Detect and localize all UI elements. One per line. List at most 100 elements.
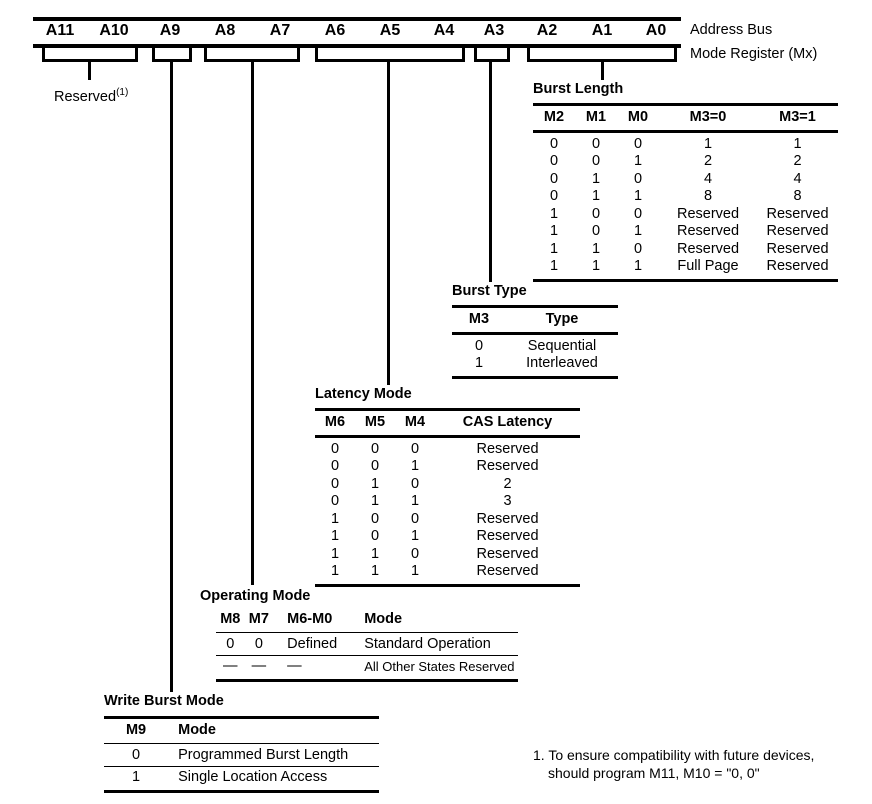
address-bit-a8: A8	[214, 22, 236, 39]
table-header-row: M2 M1 M0 M3=0 M3=1	[533, 104, 838, 131]
cell-m2: 0	[549, 188, 559, 204]
table-row: 1 1 1 Full Page Reserved	[533, 258, 838, 280]
col-header-m2: M2	[543, 109, 565, 125]
address-bit-a10: A10	[99, 22, 129, 39]
table-row: 0 1 0 4 4	[533, 171, 838, 189]
cell-m0: 0	[633, 170, 643, 187]
table-row: 0 0 0 1 1	[533, 131, 838, 153]
write-burst-mode-table: M9 Mode 0 Programmed Burst Length 1 Sing…	[104, 716, 379, 793]
table-row: 1 1 0 Reserved Reserved	[533, 241, 838, 259]
table-row: 1 0 1 Reserved Reserved	[533, 223, 838, 241]
cell-m4: 0	[410, 545, 420, 562]
cell-cas: 3	[503, 493, 512, 509]
cell-m5: 0	[370, 510, 380, 527]
table-header-row: M3 Type	[452, 306, 618, 333]
cell-m0: 1	[633, 153, 643, 169]
col-header-m8: M8	[220, 611, 241, 627]
col-header-cas-latency: CAS Latency	[462, 414, 553, 430]
cell-m1: 1	[591, 170, 601, 187]
drop-line-burst-type	[489, 62, 492, 282]
cell-m2: 1	[549, 240, 559, 257]
cell-mode: Programmed Burst Length	[178, 746, 349, 763]
cell-mode: Single Location Access	[178, 769, 328, 785]
latency-mode-title: Latency Mode	[315, 386, 412, 402]
cell-m2: 0	[549, 170, 559, 187]
table-header-row: M9 Mode	[104, 717, 379, 743]
col-header-m9: M9	[125, 722, 147, 738]
cell-m1: 0	[591, 223, 601, 239]
drop-line-write-burst-mode	[170, 62, 173, 692]
cell-m6: 0	[330, 440, 340, 457]
cell-m5: 1	[370, 563, 380, 579]
cell-m3-0: 8	[703, 188, 713, 204]
cell-cas: Reserved	[476, 545, 539, 562]
cell-m3-0: 2	[703, 153, 713, 169]
table-row: 0 1 1 8 8	[533, 188, 838, 206]
cell-cas: Reserved	[476, 458, 539, 474]
cell-m5: 0	[370, 528, 380, 544]
cell-m6: 0	[330, 475, 340, 492]
drop-line-operating-mode	[251, 62, 254, 585]
cell-cas: Reserved	[476, 563, 539, 579]
cell-m5: 1	[370, 493, 380, 509]
write-burst-mode-title: Write Burst Mode	[104, 693, 224, 709]
cell-m2: 0	[549, 153, 559, 169]
col-header-m1: M1	[585, 109, 607, 125]
table-row: 0 0 1 2 2	[533, 153, 838, 171]
cell-m6-m0: Defined	[287, 635, 338, 652]
table-row: 1 1 1 Reserved	[315, 563, 580, 585]
reserved-footnote-marker: (1)	[116, 87, 129, 98]
cell-m3-0: Reserved	[676, 240, 740, 257]
address-bit-a4: A4	[433, 22, 455, 39]
table-row: 0 0 1 Reserved	[315, 458, 580, 476]
cell-m1: 0	[591, 153, 601, 169]
bracket-reserved	[42, 48, 138, 62]
footnote-line-1: 1. To ensure compatibility with future d…	[533, 747, 815, 763]
bracket-latency-mode	[315, 48, 465, 62]
address-bit-a9: A9	[159, 22, 181, 39]
cell-mode: All Other States Reserved	[364, 659, 515, 674]
cell-m3-0: 1	[703, 135, 713, 152]
cell-m6: 1	[330, 545, 340, 562]
cell-m4: 1	[410, 493, 420, 509]
col-header-mode: Mode	[364, 611, 403, 627]
cell-cas: 2	[503, 475, 512, 492]
mode-register-diagram: A11 A10 A9 A8 A7 A6 A5 A4 A3 A2 A1 A0 Ad…	[0, 0, 872, 804]
cell-m1: 1	[591, 188, 601, 204]
cell-m3-1: Reserved	[766, 258, 829, 274]
cell-m3-0: 4	[703, 170, 713, 187]
cell-m2: 0	[549, 135, 559, 152]
table-row: 0 1 0 2	[315, 476, 580, 494]
cell-m0: 1	[633, 223, 643, 239]
col-header-mode: Mode	[178, 722, 216, 738]
cell-m4: 0	[410, 510, 420, 527]
table-header-row: M8 M7 M6-M0 Mode	[216, 611, 518, 632]
table-row: 0 Sequential	[452, 333, 618, 355]
bracket-burst-length	[527, 48, 677, 62]
operating-mode-table: M8 M7 M6-M0 Mode 0 0 Defined Standard Op…	[216, 611, 518, 682]
col-header-m4: M4	[404, 414, 426, 430]
col-header-m7: M7	[248, 611, 269, 627]
cell-m2: 1	[549, 205, 559, 222]
address-bit-a3: A3	[483, 22, 505, 39]
address-bus-top-rule	[33, 17, 681, 21]
cell-m0: 0	[633, 135, 643, 152]
cell-m1: 0	[591, 205, 601, 222]
cell-m3: 1	[474, 355, 484, 371]
burst-length-title: Burst Length	[533, 81, 624, 97]
cell-m6: 1	[330, 563, 340, 579]
reserved-label: Reserved(1)	[54, 84, 128, 106]
cell-m5: 1	[370, 475, 380, 492]
cell-m4: 1	[410, 458, 420, 474]
cell-m4: 1	[410, 563, 420, 579]
cell-m4: 0	[410, 440, 420, 457]
address-bit-a0: A0	[645, 22, 667, 39]
table-row: 1 0 1 Reserved	[315, 528, 580, 546]
bracket-burst-type	[474, 48, 510, 62]
reserved-text: Reserved	[54, 88, 117, 105]
col-header-m6: M6	[324, 414, 346, 430]
cell-m3: 0	[474, 337, 484, 354]
cell-m5: 0	[370, 440, 380, 457]
cell-m3-0: Full Page	[677, 258, 739, 274]
col-header-m0: M0	[627, 109, 649, 125]
